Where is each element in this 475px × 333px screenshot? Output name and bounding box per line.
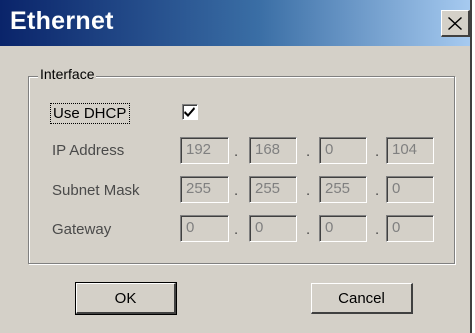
subnet-mask-dot-2: . bbox=[306, 182, 311, 199]
ip-address-dot-3: . bbox=[375, 143, 380, 160]
subnet-mask-octet-3[interactable]: 255 bbox=[319, 176, 367, 203]
close-button[interactable] bbox=[441, 10, 470, 37]
gateway-dot-2: . bbox=[306, 221, 311, 238]
ethernet-dialog: Ethernet Interface Use DHCP IP Address 1… bbox=[0, 0, 472, 333]
interface-group-label: Interface bbox=[38, 66, 97, 82]
ok-button[interactable]: OK bbox=[75, 282, 177, 315]
gateway-label: Gateway bbox=[52, 221, 112, 238]
ip-address-dot-2: . bbox=[306, 143, 311, 160]
subnet-mask-dot-3: . bbox=[375, 182, 380, 199]
ip-address-octet-2[interactable]: 168 bbox=[249, 137, 297, 164]
ip-address-octet-3[interactable]: 0 bbox=[319, 137, 367, 164]
cancel-button[interactable]: Cancel bbox=[311, 283, 413, 314]
ip-address-dot-1: . bbox=[234, 143, 239, 160]
subnet-mask-octet-1[interactable]: 255 bbox=[180, 176, 229, 203]
window-title: Ethernet bbox=[10, 7, 114, 35]
close-icon bbox=[448, 16, 462, 30]
gateway-octet-1[interactable]: 0 bbox=[180, 215, 229, 242]
subnet-mask-dot-1: . bbox=[234, 182, 239, 199]
gateway-octet-4[interactable]: 0 bbox=[386, 215, 434, 242]
gateway-dot-1: . bbox=[234, 221, 239, 238]
title-bar[interactable]: Ethernet bbox=[0, 0, 470, 46]
subnet-mask-label: Subnet Mask bbox=[52, 182, 140, 199]
subnet-mask-octet-2[interactable]: 255 bbox=[249, 176, 297, 203]
ip-address-octet-4[interactable]: 104 bbox=[386, 137, 434, 164]
use-dhcp-label[interactable]: Use DHCP bbox=[50, 103, 131, 124]
use-dhcp-checkbox[interactable] bbox=[182, 104, 198, 120]
ip-address-label: IP Address bbox=[52, 142, 125, 159]
ip-address-octet-1[interactable]: 192 bbox=[180, 137, 229, 164]
subnet-mask-octet-4[interactable]: 0 bbox=[386, 176, 434, 203]
gateway-octet-3[interactable]: 0 bbox=[319, 215, 367, 242]
gateway-octet-2[interactable]: 0 bbox=[249, 215, 297, 242]
gateway-dot-3: . bbox=[375, 221, 380, 238]
